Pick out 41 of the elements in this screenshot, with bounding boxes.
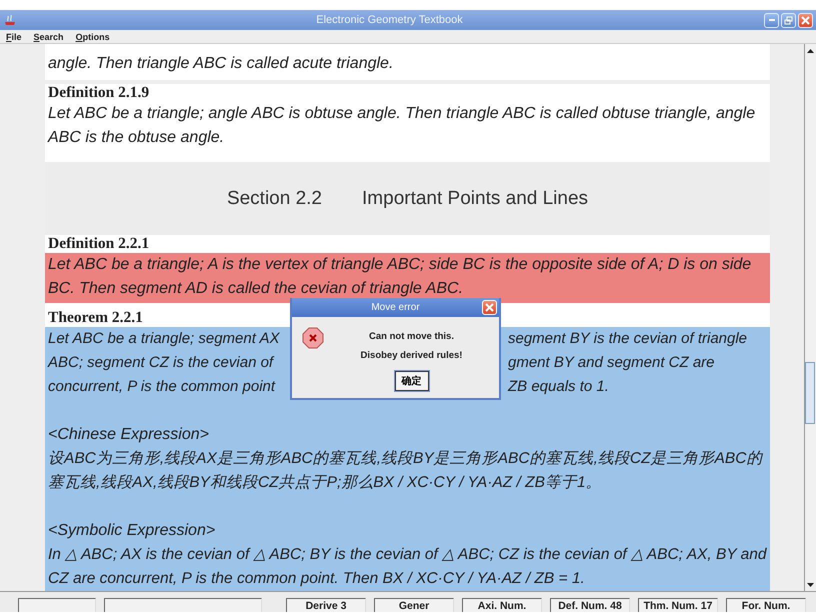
error-icon	[302, 327, 324, 349]
section-title: Important Points and Lines	[362, 188, 588, 210]
ok-button[interactable]: 确定	[394, 371, 428, 391]
dialog-message: Disobey derived rules!	[360, 350, 462, 361]
paragraph: Let ABC be a triangle; angle ABC is obtuse angle. Then triangle ABC is called obtuse triangle, angle ABC is the obtuse angle.	[45, 102, 770, 162]
scroll-thumb[interactable]	[805, 362, 815, 424]
definition-heading: Definition 2.1.9	[45, 84, 770, 102]
restore-icon	[784, 16, 793, 24]
paragraph-line: gment BY and segment CZ are	[508, 353, 716, 373]
status-field: Gener	[374, 598, 454, 612]
menu-item[interactable]: Search	[32, 32, 66, 42]
expression-text: In △ ABC; AX is the cevian of △ ABC; BY is the cevian of △ ABC; CZ is the cevian of △ ABC; AX, BY and CZ are concurrent, P is the common point. Then BX / XC·CY / YA·AZ / ZB = 1.	[47, 545, 768, 589]
menu-item[interactable]: Options	[74, 32, 112, 42]
status-field: Derive 3	[286, 598, 366, 612]
paragraph: Let ABC be a triangle; A is the vertex of triangle ABC; side BC is the opposite side of A; D is on side BC. Then segment AD is called the cevian of triangle ABC.	[45, 253, 770, 304]
dialog-message: Can not move this.	[369, 331, 454, 342]
close-button[interactable]	[798, 12, 813, 28]
section-number: Section 2.2	[226, 188, 322, 210]
app-icon[interactable]	[3, 13, 17, 27]
status-field: Thm. Num. 17	[638, 598, 718, 612]
menu-item[interactable]: File	[4, 32, 24, 42]
status-field: Axi. Num.	[462, 598, 542, 612]
minimize-icon	[768, 19, 774, 21]
definition-heading: Definition 2.2.1	[45, 235, 770, 254]
expression-label: <Symbolic Expression>	[47, 521, 216, 541]
paragraph-line: Let ABC be a triangle; segment AX	[47, 329, 281, 349]
close-icon	[801, 16, 810, 24]
paragraph-line: ZB equals to 1.	[508, 377, 610, 397]
paragraph-line: ABC; segment CZ is the cevian of	[46, 353, 276, 373]
expression-text: 设ABC为三角形,线段AX是三角形ABC的塞瓦线,线段BY是三角形ABC的塞瓦线,线段CZ是三角形ABC的塞瓦线,线段AX,线段BY和线段CZ共点于P;那么BX / XC·CY / YA·AZ / ZB等于1。	[47, 449, 764, 493]
status-field: Def. Num. 48	[550, 598, 630, 612]
scrollbar[interactable]	[804, 44, 816, 591]
paragraph-line: concurrent, P is the common point	[47, 377, 276, 397]
restore-button[interactable]	[781, 12, 796, 28]
minimize-button[interactable]	[764, 12, 779, 28]
window-title: Electronic Geometry Textbook	[315, 14, 464, 26]
status-field: For. Num.	[726, 598, 806, 612]
paragraph-line: segment BY is the cevian of triangle	[508, 329, 748, 349]
scroll-down-icon[interactable]	[806, 580, 815, 589]
expression-label: <Chinese Expression>	[47, 425, 210, 445]
paragraph: angle. Then triangle ABC is called acute triangle.	[47, 54, 394, 74]
